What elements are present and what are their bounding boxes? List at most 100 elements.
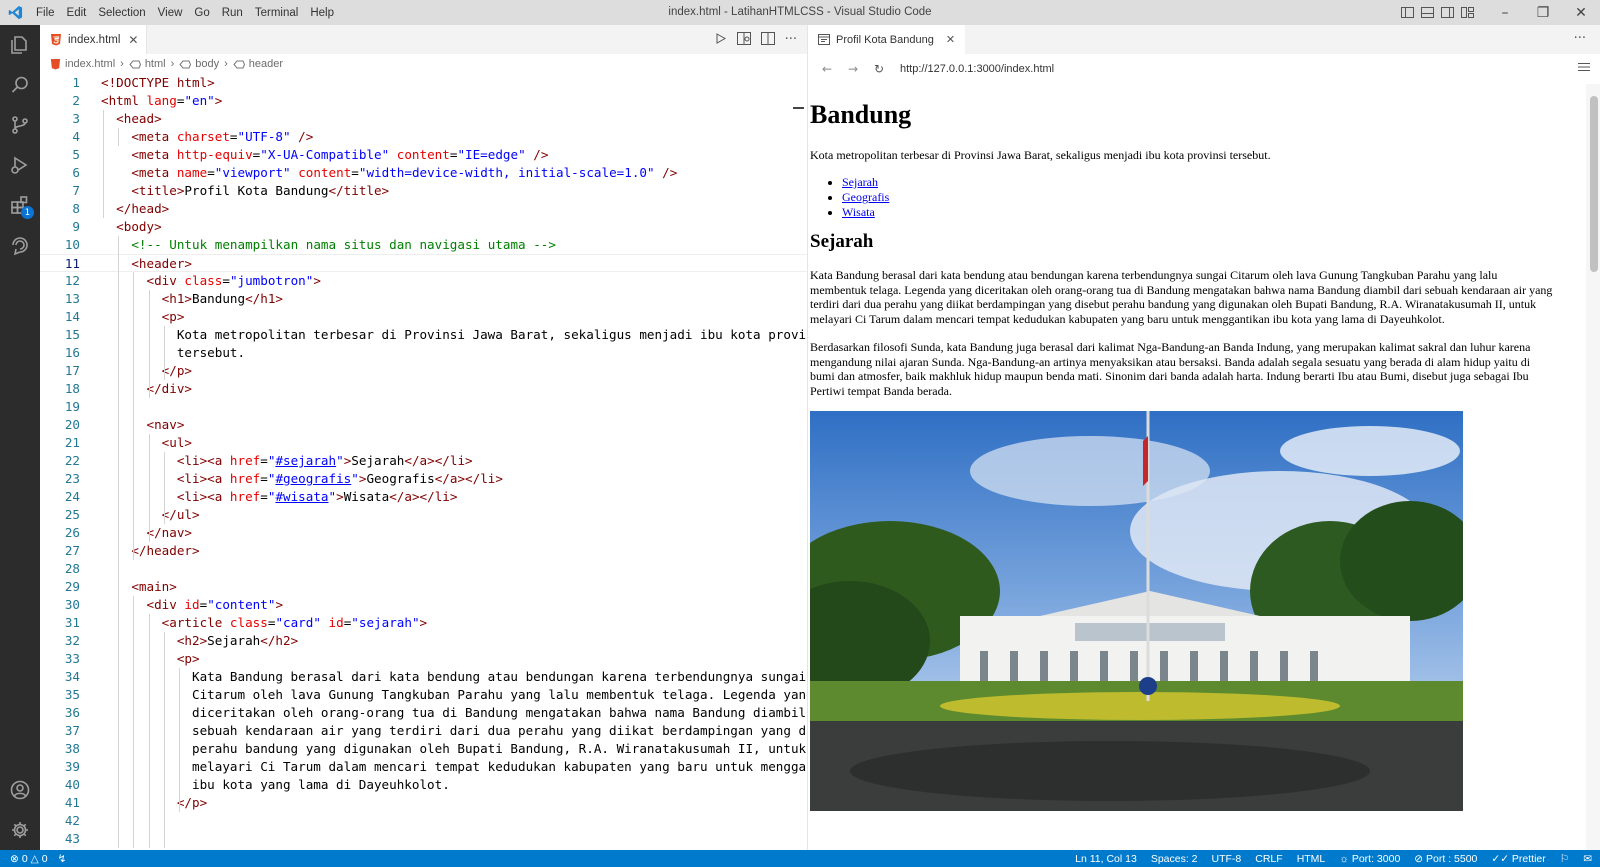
code-line[interactable]: 10 <!-- Untuk menampilkan nama situs dan… [40, 236, 807, 254]
cursor-position[interactable]: Ln 11, Col 13 [1075, 853, 1137, 865]
source-control-icon[interactable] [0, 105, 40, 145]
customize-layout-icon[interactable] [1458, 0, 1476, 25]
prettier-status[interactable]: ✓✓ Prettier [1491, 853, 1545, 865]
code-line[interactable]: 42 [40, 812, 807, 830]
menu-run[interactable]: Run [216, 7, 249, 19]
preview-scrollbar[interactable] [1586, 84, 1600, 850]
code-line[interactable]: 24 <li><a href="#wisata">Wisata</a></li> [40, 488, 807, 506]
live-share-icon[interactable]: ↯ [58, 853, 67, 865]
close-window-icon[interactable]: ✕ [1562, 0, 1600, 25]
menu-file[interactable]: File [30, 7, 61, 19]
close-preview-tab-icon[interactable]: ✕ [946, 33, 955, 46]
breadcrumb-item-html[interactable]: html [129, 58, 166, 70]
code-line[interactable]: 23 <li><a href="#geografis">Geografis</a… [40, 470, 807, 488]
problems-indicator[interactable]: ⊗ 0 △ 0 [10, 853, 48, 865]
back-arrow-icon[interactable]: ← [814, 62, 840, 76]
forward-arrow-icon[interactable]: → [840, 62, 866, 76]
tab-profil-kota-bandung[interactable]: Profil Kota Bandung ✕ [808, 25, 966, 54]
live-server-port-5500[interactable]: ⊘ Port : 5500 [1414, 853, 1477, 865]
vscode-logo-icon[interactable] [0, 0, 30, 25]
run-debug-icon[interactable] [0, 145, 40, 185]
code-line[interactable]: 7 <title>Profil Kota Bandung</title> [40, 182, 807, 200]
code-line[interactable]: 13 <h1>Bandung</h1> [40, 290, 807, 308]
open-preview-icon[interactable] [736, 31, 751, 48]
breadcrumb-item-body[interactable]: body [179, 58, 219, 70]
menu-view[interactable]: View [152, 7, 189, 19]
hamburger-menu-icon[interactable] [1578, 61, 1590, 75]
code-line[interactable]: 1 <!DOCTYPE html> [40, 74, 807, 92]
end-of-line[interactable]: CRLF [1255, 853, 1282, 865]
link-wisata[interactable]: Wisata [842, 205, 875, 219]
extensions-icon[interactable]: 1 [0, 185, 40, 225]
code-line[interactable]: 2 <html lang="en"> [40, 92, 807, 110]
menu-edit[interactable]: Edit [61, 7, 93, 19]
breadcrumb-item-header[interactable]: header [233, 58, 283, 70]
code-line[interactable]: 17 </p> [40, 362, 807, 380]
code-line[interactable]: 6 <meta name="viewport" content="width=d… [40, 164, 807, 182]
search-icon[interactable] [0, 65, 40, 105]
code-line[interactable]: 16 tersebut. [40, 344, 807, 362]
code-line[interactable]: 19 [40, 398, 807, 416]
code-line[interactable]: 35 Citarum oleh lava Gunung Tangkuban Pa… [40, 686, 807, 704]
code-line[interactable]: 34 Kata Bandung berasal dari kata bendun… [40, 668, 807, 686]
language-mode[interactable]: HTML [1297, 853, 1326, 865]
notifications-bell-icon[interactable]: ✉ [1583, 853, 1592, 865]
run-file-icon[interactable] [714, 32, 727, 48]
code-line[interactable]: 32 <h2>Sejarah</h2> [40, 632, 807, 650]
code-line[interactable]: 36 diceritakan oleh orang-orang tua di B… [40, 704, 807, 722]
code-line[interactable]: 3 <head> [40, 110, 807, 128]
indentation[interactable]: Spaces: 2 [1151, 853, 1198, 865]
toggle-secondary-sidebar-icon[interactable] [1438, 0, 1456, 25]
remote-explorer-icon[interactable] [0, 225, 40, 265]
live-server-port-3000[interactable]: ☼ Port: 3000 [1339, 853, 1400, 865]
link-geografis[interactable]: Geografis [842, 190, 889, 204]
code-line[interactable]: 43 [40, 830, 807, 848]
code-line[interactable]: 41 </p> [40, 794, 807, 812]
link-sejarah[interactable]: Sejarah [842, 175, 878, 189]
settings-gear-icon[interactable] [0, 810, 40, 850]
code-line[interactable]: 28 [40, 560, 807, 578]
code-line[interactable]: 14 <p> [40, 308, 807, 326]
code-line[interactable]: 25 </ul> [40, 506, 807, 524]
code-line[interactable]: 20 <nav> [40, 416, 807, 434]
explorer-icon[interactable] [0, 25, 40, 65]
menu-go[interactable]: Go [188, 7, 215, 19]
code-line[interactable]: 15 Kota metropolitan terbesar di Provins… [40, 326, 807, 344]
reload-icon[interactable]: ↻ [866, 62, 892, 76]
code-line[interactable]: 22 <li><a href="#sejarah">Sejarah</a></l… [40, 452, 807, 470]
scrollbar-thumb[interactable] [1590, 96, 1598, 272]
split-editor-icon[interactable] [760, 31, 775, 48]
code-line[interactable]: 4 <meta charset="UTF-8" /> [40, 128, 807, 146]
code-line[interactable]: 30 <div id="content"> [40, 596, 807, 614]
toggle-panel-icon[interactable] [1418, 0, 1436, 25]
close-tab-icon[interactable]: ✕ [128, 33, 138, 47]
code-line[interactable]: 29 <main> [40, 578, 807, 596]
url-field[interactable]: http://127.0.0.1:3000/index.html [900, 63, 1054, 75]
menu-terminal[interactable]: Terminal [249, 7, 304, 19]
code-line[interactable]: 38 perahu bandung yang digunakan oleh Bu… [40, 740, 807, 758]
code-editor[interactable]: 1 <!DOCTYPE html> 2 <html lang="en"> 3 <head… [40, 74, 807, 850]
code-line[interactable]: 11 <header> [40, 254, 807, 272]
code-line[interactable]: 8 </head> [40, 200, 807, 218]
menu-selection[interactable]: Selection [92, 7, 151, 19]
menu-help[interactable]: Help [304, 7, 340, 19]
code-line[interactable]: 37 sebuah kendaraan air yang terdiri dar… [40, 722, 807, 740]
toggle-primary-sidebar-icon[interactable] [1398, 0, 1416, 25]
code-line[interactable]: 40 ibu kota yang lama di Dayeuhkolot. [40, 776, 807, 794]
code-line[interactable]: 27 </header> [40, 542, 807, 560]
encoding[interactable]: UTF-8 [1212, 853, 1242, 865]
code-line[interactable]: 5 <meta http-equiv="X-UA-Compatible" con… [40, 146, 807, 164]
code-line[interactable]: 12 <div class="jumbotron"> [40, 272, 807, 290]
code-line[interactable]: 39 melayari Ci Tarum dalam mencari tempa… [40, 758, 807, 776]
code-line[interactable]: 26 </nav> [40, 524, 807, 542]
code-line[interactable]: 21 <ul> [40, 434, 807, 452]
preview-more-actions-icon[interactable]: ··· [1574, 31, 1586, 46]
feedback-icon[interactable]: ⚐ [1560, 853, 1569, 865]
minimize-icon[interactable]: – [1486, 0, 1524, 25]
code-line[interactable]: 18 </div> [40, 380, 807, 398]
more-actions-icon[interactable]: ··· [785, 32, 797, 47]
code-line[interactable]: 33 <p> [40, 650, 807, 668]
tab-index-html[interactable]: index.html ✕ [40, 25, 148, 54]
code-line[interactable]: 9 <body> [40, 218, 807, 236]
code-line[interactable]: 31 <article class="card" id="sejarah"> [40, 614, 807, 632]
